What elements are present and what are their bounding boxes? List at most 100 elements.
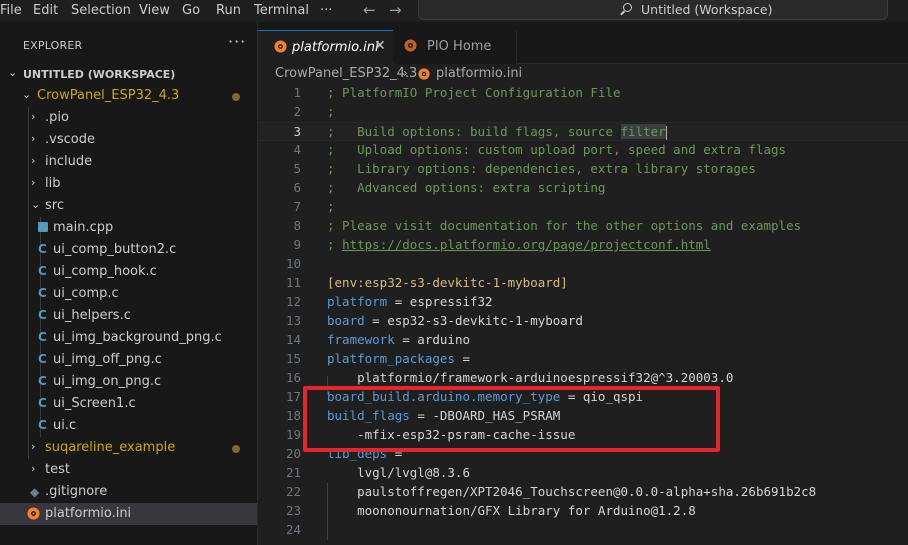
file-label: ui_img_off_png.c: [53, 352, 162, 367]
tree-folder-suqareline[interactable]: › suqareline_example: [0, 437, 257, 459]
tree-file-c[interactable]: C ui_Screen1.c: [0, 393, 257, 415]
code-text: lvgl/lvgl@8.3.6: [327, 465, 470, 480]
chevron-right-icon: ›: [31, 176, 36, 189]
code-text: ; https://docs.platformio.org/page/proje…: [327, 237, 711, 252]
c-file-icon: C: [38, 308, 47, 322]
modified-dot: [232, 93, 240, 101]
tree-file-c[interactable]: C ui.c: [0, 415, 257, 437]
folder-label: lib: [45, 176, 61, 191]
line-number: 1: [293, 85, 301, 100]
c-file-icon: C: [38, 264, 47, 278]
code-key: platform_packages: [327, 351, 455, 366]
file-label: main.cpp: [53, 220, 114, 235]
code-text: ;: [327, 199, 335, 214]
breadcrumb-separator: ›: [403, 66, 408, 80]
menu-view[interactable]: View: [139, 3, 170, 18]
tree-folder-vscode[interactable]: › .vscode: [0, 129, 257, 151]
code-line: 11 [env:esp32-s3-devkitc-1-myboard]: [258, 274, 908, 293]
code-segment: ; Build options: build flags, source: [327, 124, 621, 139]
tree-file-c[interactable]: C ui_img_background_png.c: [0, 327, 257, 349]
tree-file-platformio-ini[interactable]: platformio.ini: [0, 503, 257, 525]
menu-run[interactable]: Run: [216, 3, 241, 18]
line-number: 11: [285, 275, 301, 290]
forward-arrow-icon[interactable]: →: [389, 1, 402, 19]
code-value: = esp32-s3-devkitc-1-myboard: [364, 313, 583, 328]
tree-file-c[interactable]: C ui_comp_button2.c: [0, 239, 257, 261]
menu-more[interactable]: ···: [320, 3, 332, 18]
highlighted-word: filter: [620, 124, 666, 139]
file-label: ui_comp_button2.c: [53, 242, 177, 257]
code-value: =: [454, 351, 470, 366]
code-line: 5 ; Library options: dependencies, extra …: [258, 160, 908, 179]
c-file-icon: C: [38, 374, 47, 388]
command-center-search[interactable]: Untitled (Workspace): [418, 0, 888, 20]
tab-pio-home[interactable]: PIO Home: [394, 30, 517, 64]
line-number: 4: [293, 142, 301, 157]
code-text: ; PlatformIO Project Configuration File: [327, 85, 621, 100]
menu-edit[interactable]: Edit: [33, 3, 58, 18]
platformio-icon: [274, 40, 287, 53]
file-label: ui_comp_hook.c: [53, 264, 157, 279]
editor-tabbar: platformio.ini ✕ PIO Home: [258, 22, 908, 65]
tree-folder-pio[interactable]: › .pio: [0, 107, 257, 129]
workspace-header[interactable]: ⌄ UNTITLED (WORKSPACE): [0, 63, 257, 85]
platformio-icon: [418, 68, 430, 80]
tree-file-c[interactable]: C ui_helpers.c: [0, 305, 257, 327]
file-label: .gitignore: [45, 484, 108, 499]
cpp-file-icon: [38, 222, 48, 232]
close-icon[interactable]: ✕: [374, 38, 386, 54]
code-editor[interactable]: 1 ; PlatformIO Project Configuration File…: [258, 84, 908, 545]
code-line: 7;: [258, 198, 908, 217]
line-number: 7: [293, 199, 301, 214]
breadcrumb-folder[interactable]: CrowPanel_ESP32_4.3: [275, 66, 417, 81]
breadcrumb-file[interactable]: platformio.ini: [436, 66, 522, 81]
tree-file-c[interactable]: C ui_comp.c: [0, 283, 257, 305]
title-bar: File Edit Selection View Go Run Terminal…: [0, 0, 908, 22]
file-label: ui_helpers.c: [53, 308, 131, 323]
code-segment: ;: [327, 237, 343, 252]
modified-dot: [232, 445, 240, 453]
tree-file-c[interactable]: C ui_comp_hook.c: [0, 261, 257, 283]
menu-file[interactable]: File: [0, 3, 22, 18]
menu-go[interactable]: Go: [182, 3, 200, 18]
code-line: 2;: [258, 103, 908, 122]
c-file-icon: C: [38, 286, 47, 300]
code-text: ;: [327, 104, 335, 119]
docs-link[interactable]: https://docs.platformio.org/page/project…: [342, 237, 711, 252]
code-text: platform = espressif32: [327, 294, 493, 309]
tree-folder-include[interactable]: › include: [0, 151, 257, 173]
project-folder[interactable]: ⌄ CrowPanel_ESP32_4.3: [0, 85, 257, 107]
code-line: 22 paulstoffregen/XPT2046_Touchscreen@0.…: [258, 483, 908, 502]
code-line-current: 3 ; Build options: build flags, source fi…: [258, 122, 908, 141]
tree-folder-test[interactable]: › test: [0, 459, 257, 481]
folder-label: .vscode: [45, 132, 95, 147]
c-file-icon: C: [38, 418, 47, 432]
tree-folder-lib[interactable]: › lib: [0, 173, 257, 195]
line-number: 16: [285, 370, 301, 385]
menu-terminal[interactable]: Terminal: [254, 3, 309, 18]
back-arrow-icon[interactable]: ←: [363, 1, 376, 19]
line-number: 10: [285, 256, 301, 271]
folder-label: include: [45, 154, 93, 169]
tab-label: PIO Home: [427, 39, 492, 54]
line-number: 24: [285, 522, 301, 537]
tab-platformio-ini[interactable]: platformio.ini ✕: [258, 30, 393, 65]
chevron-right-icon: ›: [31, 462, 36, 475]
code-line: 6 ; Advanced options: extra scripting: [258, 179, 908, 198]
tree-file-gitignore[interactable]: ◆ .gitignore: [0, 481, 257, 503]
more-actions-icon[interactable]: ···: [228, 32, 246, 51]
git-file-icon: ◆: [30, 485, 40, 499]
tree-file-main-cpp[interactable]: main.cpp: [0, 217, 257, 239]
chevron-down-icon: ⌄: [8, 66, 18, 79]
file-label: ui.c: [53, 418, 77, 433]
tree-file-c[interactable]: C ui_img_off_png.c: [0, 349, 257, 371]
workspace-title: Untitled (Workspace): [641, 2, 773, 17]
tree-file-c[interactable]: C ui_img_on_png.c: [0, 371, 257, 393]
code-text: ; Advanced options: extra scripting: [327, 180, 606, 195]
menu-selection[interactable]: Selection: [71, 3, 131, 18]
line-number: 8: [293, 218, 301, 233]
code-line: 12 platform = espressif32: [258, 293, 908, 312]
tree-folder-src[interactable]: ⌄ src: [0, 195, 257, 217]
line-number: 17: [285, 389, 301, 404]
code-value: = arduino: [394, 332, 470, 347]
